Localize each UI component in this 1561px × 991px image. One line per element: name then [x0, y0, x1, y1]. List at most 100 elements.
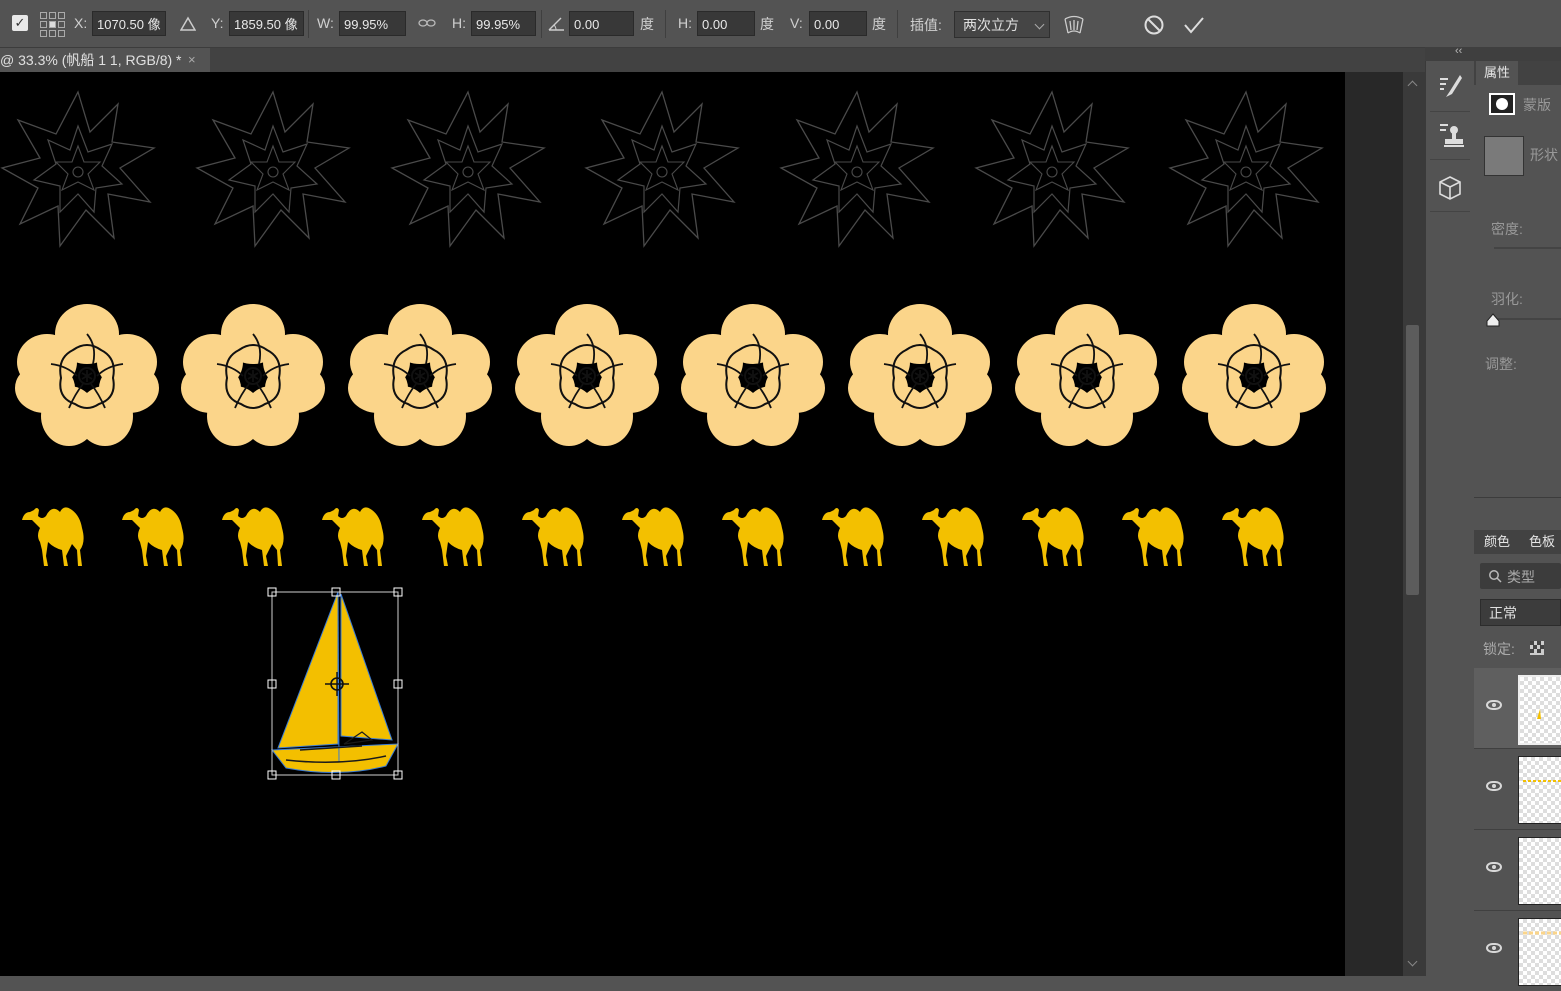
camel [122, 507, 184, 566]
density-label: 密度: [1491, 221, 1523, 237]
outline-flower [196, 91, 350, 247]
scrollbar-thumb[interactable] [1406, 325, 1419, 595]
outline-flower [585, 91, 739, 247]
layer-row[interactable] [1474, 911, 1561, 991]
layer-row[interactable] [1474, 668, 1561, 749]
angle-unit: 度 [640, 16, 654, 32]
panel-header: ‹‹ [1425, 45, 1561, 61]
camel-row-thumbnail-icon [1523, 780, 1561, 782]
filled-flower [1181, 303, 1327, 447]
layer-row[interactable] [1474, 749, 1561, 830]
filled-flower [514, 303, 660, 447]
adjust-label: 调整: [1485, 356, 1517, 372]
reference-point-icon[interactable] [40, 12, 65, 37]
outline-flower [1, 91, 155, 247]
filled-flower [347, 303, 493, 447]
density-slider[interactable] [1494, 247, 1561, 249]
lock-transparency-icon[interactable] [1530, 641, 1544, 655]
angle-field[interactable]: 0.00 [569, 11, 634, 36]
filled-flower [1014, 303, 1160, 447]
height-field[interactable]: 99.95% [471, 11, 536, 36]
tab-color[interactable]: 颜色 [1484, 530, 1510, 554]
cancel-transform-icon[interactable] [1143, 14, 1165, 36]
sailboat-thumbnail-icon [1537, 709, 1541, 719]
layer-row[interactable] [1474, 830, 1561, 911]
skew-h-label: H: [678, 15, 692, 31]
layer-thumbnail [1518, 675, 1561, 745]
angle-icon [548, 17, 564, 31]
outline-flower [1169, 91, 1323, 247]
commit-transform-icon[interactable] [1182, 14, 1206, 36]
layer-filter-search[interactable]: 类型 [1480, 563, 1561, 589]
tab-swatches[interactable]: 色板 [1529, 530, 1555, 554]
tab-bar [0, 48, 1425, 72]
skew-h-unit: 度 [760, 16, 774, 32]
feather-slider[interactable] [1494, 318, 1561, 320]
search-icon [1489, 570, 1502, 583]
interpolation-value: 两次立方 [963, 17, 1019, 33]
camel [922, 507, 984, 566]
sailboat[interactable] [271, 591, 399, 774]
layer-thumbnail [1518, 756, 1561, 824]
flower-row-thumbnail-icon [1523, 931, 1561, 935]
skew-v-unit: 度 [872, 16, 886, 32]
close-tab-icon[interactable]: × [188, 48, 202, 72]
filled-flower [14, 303, 160, 447]
tab-properties[interactable]: 属性 [1476, 61, 1518, 85]
brush-settings-button[interactable] [1430, 67, 1470, 112]
pasteboard [1345, 72, 1403, 976]
x-label: X: [74, 15, 88, 31]
outline-flower [780, 91, 934, 247]
transform-checkbox[interactable]: ✓ [12, 15, 28, 31]
warp-icon[interactable] [1062, 13, 1086, 37]
filled-flower [847, 303, 993, 447]
visibility-eye-icon[interactable] [1486, 700, 1502, 710]
skew-v-field[interactable]: 0.00 [809, 11, 867, 36]
delta-icon[interactable] [180, 16, 196, 32]
filled-flower [680, 303, 826, 447]
filled-flower [180, 303, 326, 447]
divider [541, 10, 542, 38]
camel [422, 507, 484, 566]
divider [897, 10, 898, 38]
collapse-panels-icon[interactable]: ‹‹ [1455, 45, 1462, 57]
outline-flower [975, 91, 1129, 247]
camel [322, 507, 384, 566]
outline-flower-row [1, 91, 1323, 247]
visibility-eye-icon[interactable] [1486, 943, 1502, 953]
y-label: Y: [211, 15, 224, 31]
feather-slider-handle[interactable] [1486, 313, 1500, 327]
divider [308, 10, 309, 38]
camel-row [22, 507, 1284, 566]
document-tab[interactable]: @ 33.3% (帆船 1 1, RGB/8) * [0, 48, 210, 72]
camel [822, 507, 884, 566]
panel-icon-strip [1425, 61, 1475, 976]
mask-label: 蒙版 [1523, 97, 1551, 113]
layer-thumbnail [1518, 837, 1561, 905]
interpolation-select[interactable]: 两次立方 [954, 11, 1050, 38]
lock-label: 锁定: [1483, 641, 1515, 657]
camel [522, 507, 584, 566]
mask-icon[interactable] [1488, 92, 1516, 116]
visibility-eye-icon[interactable] [1486, 862, 1502, 872]
skew-h-field[interactable]: 0.00 [697, 11, 755, 36]
clone-source-button[interactable] [1430, 115, 1470, 160]
camel [1222, 507, 1284, 566]
visibility-eye-icon[interactable] [1486, 781, 1502, 791]
h-label: H: [452, 15, 466, 31]
3d-button[interactable] [1430, 167, 1470, 212]
brush-settings-icon [1440, 75, 1462, 97]
interpolation-label: 插值: [910, 17, 942, 33]
shape-label: 形状 [1530, 147, 1558, 163]
width-field[interactable]: 99.95% [339, 11, 406, 36]
blend-mode-select[interactable]: 正常 [1480, 599, 1561, 626]
shape-thumbnail[interactable] [1484, 136, 1524, 176]
camel [722, 507, 784, 566]
y-field[interactable]: 1859.50 像 [229, 11, 304, 36]
x-field[interactable]: 1070.50 像 [92, 11, 166, 36]
camel [222, 507, 284, 566]
search-placeholder: 类型 [1507, 569, 1535, 585]
artwork [1, 91, 1327, 780]
link-icon[interactable] [418, 17, 436, 29]
filled-flower-row [14, 303, 1327, 447]
